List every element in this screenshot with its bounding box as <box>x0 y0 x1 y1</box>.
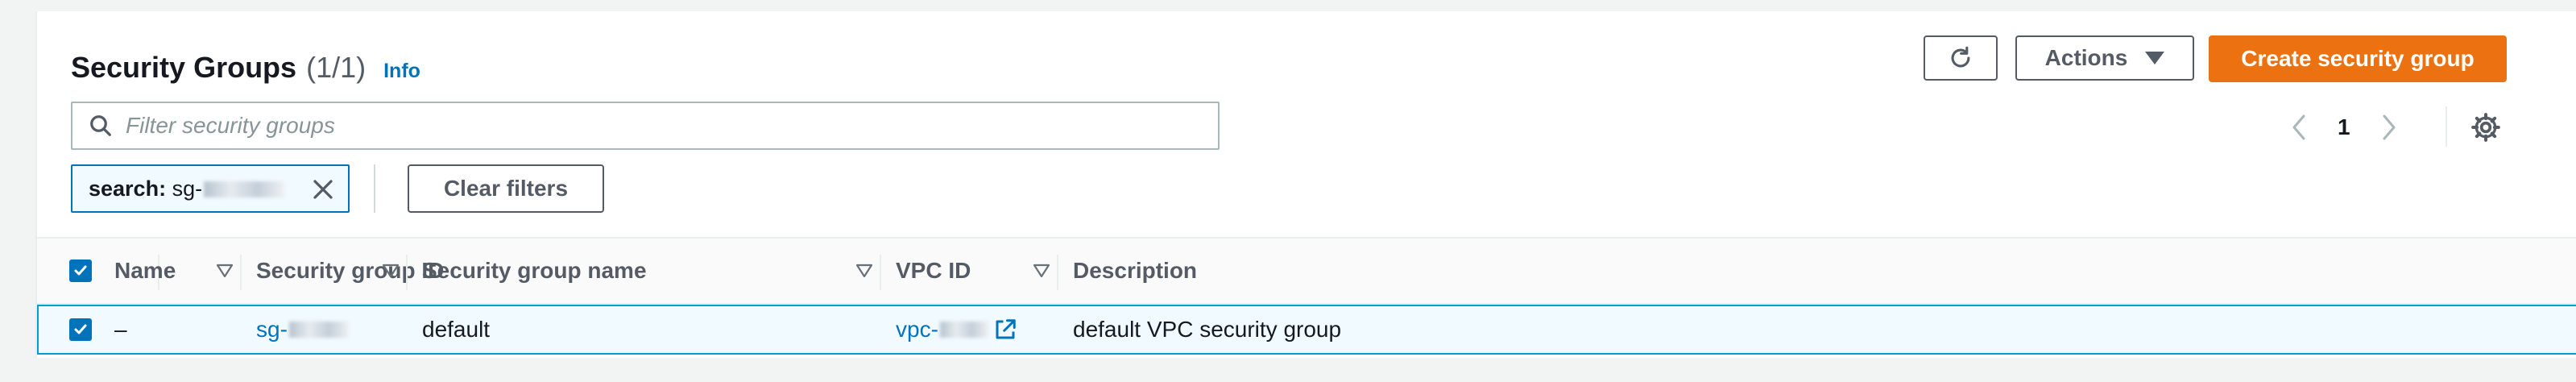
filter-divider <box>374 164 375 213</box>
remove-filter-close-icon[interactable] <box>311 177 335 201</box>
redacted-value <box>288 322 349 338</box>
external-link-icon[interactable] <box>993 318 1017 342</box>
sort-icon[interactable] <box>382 263 400 279</box>
filter-token-value: sg- <box>172 176 203 201</box>
pagination: 1 <box>2284 111 2404 143</box>
select-all-checkbox[interactable] <box>69 260 92 282</box>
actions-button[interactable]: Actions <box>2015 35 2194 81</box>
checkmark-icon <box>74 265 87 276</box>
security-group-id-link[interactable]: sg- <box>256 317 288 343</box>
redacted-value <box>939 322 988 338</box>
refresh-icon <box>1951 46 1970 68</box>
page-title: Security Groups (1/1) Info <box>71 44 420 92</box>
create-security-group-button[interactable]: Create security group <box>2209 35 2507 82</box>
search-icon <box>90 115 111 136</box>
sort-icon[interactable] <box>216 263 234 279</box>
cell-name: – <box>114 317 127 342</box>
security-groups-panel: Security Groups (1/1) Info Actions Creat… <box>35 11 2576 358</box>
current-page[interactable]: 1 <box>2338 114 2350 140</box>
redacted-value <box>204 181 285 198</box>
cell-description: default VPC security group <box>1073 317 1342 342</box>
clear-filters-button[interactable]: Clear filters <box>408 164 604 213</box>
checkmark-icon <box>74 324 87 334</box>
info-link[interactable]: Info <box>383 60 420 83</box>
column-separator <box>240 255 242 290</box>
sort-icon[interactable] <box>1033 263 1050 279</box>
table-header: Name Security group ID Security group na… <box>37 237 2576 305</box>
filter-token-key: search: <box>89 176 167 201</box>
selection-count: (1/1) <box>306 51 367 84</box>
cell-vpc-id[interactable]: vpc- <box>896 306 1017 353</box>
caret-down-icon <box>2145 52 2165 64</box>
column-header-description[interactable]: Description <box>1073 239 1197 303</box>
column-separator <box>1057 255 1058 290</box>
previous-page-button[interactable] <box>2284 111 2313 143</box>
pagination-divider <box>2446 106 2447 147</box>
page-title-text: Security Groups <box>71 51 297 84</box>
next-page-button[interactable] <box>2375 111 2404 143</box>
table-row[interactable]: – sg- default vpc- default VPC security … <box>37 305 2576 355</box>
create-label: Create security group <box>2241 46 2475 71</box>
search-input[interactable] <box>124 112 1191 139</box>
actions-label: Actions <box>2044 45 2128 70</box>
filter-token: search: sg- <box>71 164 350 213</box>
column-header-vpc-id[interactable]: VPC ID <box>896 239 971 303</box>
refresh-button[interactable] <box>1924 35 1998 81</box>
column-header-security-group-id[interactable]: Security group ID <box>256 239 444 303</box>
sort-icon[interactable] <box>855 263 873 279</box>
clear-filters-label: Clear filters <box>443 176 569 201</box>
cell-security-group-name: default <box>422 317 491 342</box>
filter-search-box[interactable] <box>71 102 1220 150</box>
column-separator <box>406 255 408 290</box>
column-header-name[interactable]: Name <box>114 239 176 303</box>
column-header-security-group-name[interactable]: Security group name <box>422 239 647 303</box>
row-checkbox[interactable] <box>69 318 92 341</box>
filter-token-label: search: sg- <box>89 176 285 201</box>
column-separator <box>880 255 881 290</box>
chevron-left-icon <box>2292 114 2305 140</box>
cell-security-group-id[interactable]: sg- <box>256 306 349 353</box>
vpc-id-link[interactable]: vpc- <box>896 317 938 343</box>
settings-gear-icon[interactable] <box>2470 111 2502 143</box>
chevron-right-icon <box>2383 114 2396 140</box>
